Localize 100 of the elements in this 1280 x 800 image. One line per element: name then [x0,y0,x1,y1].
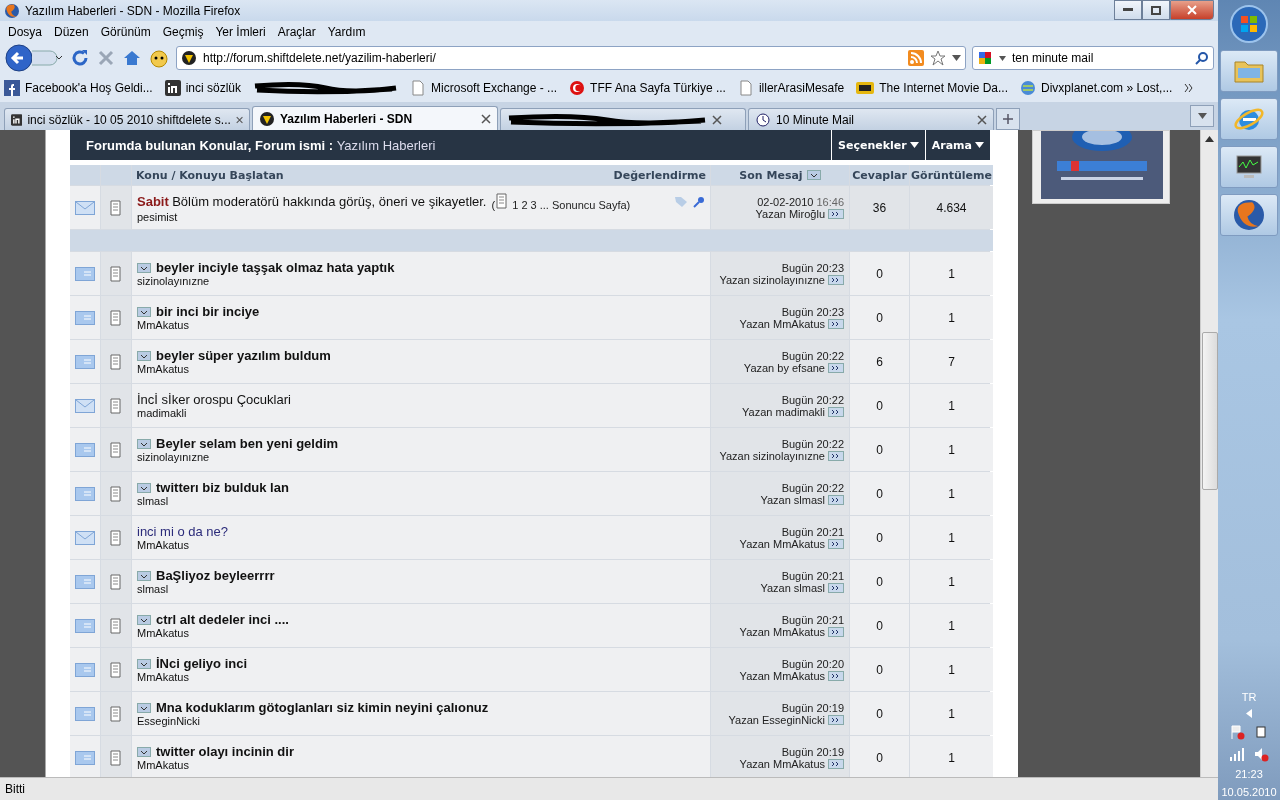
menu-item[interactable]: Düzen [48,24,95,39]
author-name[interactable]: MmAkatus [137,627,189,639]
topic-title[interactable]: İncİ sİker orospu Çocuklari [137,392,291,407]
author-name[interactable]: MmAkatus [137,539,189,551]
bookmark-item[interactable]: Facebook'a Hoş Geldi... [4,80,153,96]
topic-title[interactable]: İNci geliyo inci [156,656,248,671]
tab-list-button[interactable] [1190,105,1214,127]
author-name[interactable]: madimakli [137,407,187,419]
last-poster[interactable]: Yazan sizinolayınızne [719,273,825,286]
last-poster[interactable]: Yazan slmasl [760,581,825,594]
column-header[interactable]: Cevaplar [850,165,909,185]
menu-item[interactable]: Yer İmleri [209,24,272,39]
last-poster[interactable]: Yazan MmAkatus [739,537,825,550]
topic-title[interactable]: Mna koduklarım götoglanları siz kimin neyini çalıonuz [156,700,489,715]
reply-count: 0 [876,530,883,545]
last-poster[interactable]: Yazan EsseginNicki [728,713,825,726]
topic-title[interactable]: Beyler selam ben yeni geldim [156,436,339,451]
envelope-icon [75,706,95,721]
author-name[interactable]: sizinolayınızne [137,451,210,463]
last-poster[interactable]: Yazan Miroğlu [755,207,825,220]
topic-title[interactable]: ctrl alt dedeler inci .... [156,612,289,627]
menu-item[interactable]: Yardım [321,24,372,39]
bookmark-item[interactable]: Divxplanet.com » Lost,... [1020,80,1173,96]
menu-item[interactable]: Dosya [2,24,48,39]
minimize-button[interactable] [1114,0,1142,20]
maximize-button[interactable] [1142,0,1170,20]
author-name[interactable]: slmasl [137,583,169,595]
author-name[interactable]: MmAkatus [137,759,189,771]
menu-item[interactable]: Görünüm [94,24,157,39]
scrollbar-thumb[interactable] [1201,332,1218,490]
author-name[interactable]: EsseginNicki [137,715,200,727]
bookmark-item[interactable]: Microsoft Exchange - ... [410,80,558,96]
bookmark-item[interactable]: The Internet Movie Da... [856,81,1008,95]
last-post-date: Bugün [781,481,814,494]
new-tab-button[interactable] [996,108,1020,130]
last-post-date: Bugün [781,701,814,714]
last-poster[interactable]: Yazan sizinolayınızne [719,449,825,462]
last-poster[interactable]: Yazan MmAkatus [739,317,825,330]
bookmark-item[interactable]: TFF Ana Sayfa Türkiye ... [569,80,726,96]
last-poster[interactable]: Yazan slmasl [760,493,825,506]
author-name[interactable]: MmAkatus [137,671,189,683]
search-field[interactable]: ten minute mail [972,46,1214,70]
dropdown-icon [137,438,151,449]
author-name[interactable]: slmasl [137,495,169,507]
options-button[interactable]: Seçenekler [831,130,925,160]
reply-count: 0 [876,662,883,677]
last-poster[interactable]: Yazan MmAkatus [739,757,825,770]
last-poster[interactable]: Yazan MmAkatus [739,625,825,638]
topic-title[interactable]: BaŞliyoz beyleerrrr [156,568,275,583]
browser-tab[interactable]: inci sözlük - 10 05 2010 shiftdelete s... [4,108,250,130]
document-icon [495,192,510,209]
envelope-icon [75,662,95,677]
caret-icon [952,55,961,61]
last-post-date: Bugün [781,525,814,538]
crescent-icon [569,80,586,96]
address-field[interactable]: http://forum.shiftdelete.net/yazilim-haberleri/ [176,46,966,70]
last-poster[interactable]: Yazan madimakli [742,405,825,418]
author-name[interactable]: MmAkatus [137,319,189,331]
last-poster[interactable]: Yazan MmAkatus [739,669,825,682]
taskbar-button[interactable] [1220,194,1278,236]
scroll-up-icon[interactable] [1205,136,1215,142]
tag-icon [674,195,688,208]
column-header[interactable]: Görüntüleme [910,165,993,185]
options-button[interactable]: Arama [924,130,990,160]
browser-tab[interactable] [500,108,746,130]
column-header[interactable]: Konu / Konuyu Başlatan [136,168,284,182]
menu-item[interactable]: Geçmiş [156,24,210,39]
envelope-icon [75,574,95,589]
topic-title[interactable]: twitter olayı incinin dir [156,744,294,759]
last-post-time: 20:21 [816,569,844,582]
page-links[interactable]: ( 1 2 3 ... Sonuncu Sayfa) [491,192,631,211]
browser-tab[interactable]: 10 Minute Mail [748,108,994,130]
last-poster[interactable]: Yazan by efsane [743,361,825,374]
go-icon [828,582,844,593]
document-icon [109,265,123,282]
envelope-icon [75,442,95,457]
last-post-time: 20:23 [816,261,844,274]
topic-title[interactable]: beyler süper yazılım buldum [156,348,331,363]
firefox-icon [1233,199,1265,231]
bookmark-item[interactable]: inci sözlük [164,80,242,96]
document-icon [109,529,123,546]
topic-title[interactable]: Sabit Bölüm moderatörü hakkında görüş, öneri ve şikayetler. [137,194,487,209]
column-header[interactable]: Değerlendirme [613,168,706,182]
close-icon [481,113,491,124]
browser-tab[interactable]: Yazılım Haberleri - SDN [252,106,498,130]
topic-title[interactable]: twitterı biz bulduk lan [156,480,289,495]
author-name[interactable]: sizinolayınızne [137,275,210,287]
topic-title[interactable]: bir inci bir inciye [156,304,260,319]
author-name[interactable]: pesimist [137,210,178,223]
bookmark-item[interactable]: illerArasiMesafe [737,80,845,96]
column-header[interactable]: Son Mesaj [711,165,849,185]
last-post-date: Bugün [781,569,814,582]
close-button[interactable] [1170,0,1214,20]
taskbar-button[interactable] [1220,146,1278,188]
topic-title[interactable]: beyler inciyle taşşak olmaz hata yaptık [156,260,395,275]
author-name[interactable]: MmAkatus [137,363,189,375]
menu-item[interactable]: Araçlar [271,24,322,39]
search-icon [1195,51,1209,65]
minimize-icon [1123,8,1133,12]
topic-title[interactable]: inci mi o da ne? [137,524,229,539]
